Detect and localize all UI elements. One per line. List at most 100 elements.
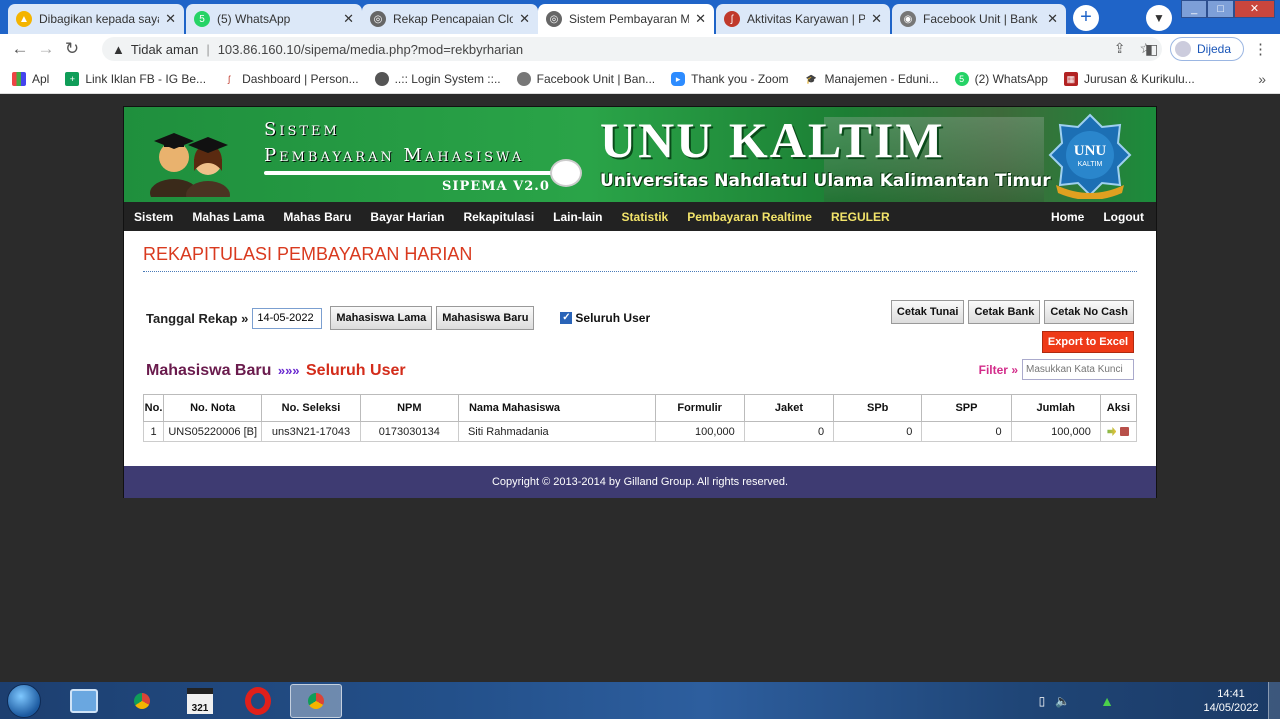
- system-title: Sistem Pembayaran Mahasiswa: [264, 119, 525, 166]
- bookmark-facebook-unit[interactable]: Facebook Unit | Ban...: [516, 71, 655, 86]
- cetak-tunai-button[interactable]: Cetak Tunai: [890, 300, 965, 324]
- close-icon[interactable]: ✕: [343, 11, 354, 27]
- nav-pembayaran-realtime[interactable]: Pembayaran Realtime: [687, 210, 812, 224]
- filter-box: Filter »: [979, 359, 1134, 380]
- print-buttons: Cetak Tunai Cetak Bank Cetak No Cash: [887, 300, 1134, 324]
- address-bar-row: ← → ↻ ▲ Tidak aman | 103.86.160.10/sipem…: [0, 34, 1280, 64]
- nav-mahas-lama[interactable]: Mahas Lama: [192, 210, 264, 224]
- col-no-seleksi: No. Seleksi: [261, 394, 361, 422]
- mahasiswa-baru-button[interactable]: Mahasiswa Baru: [436, 306, 535, 330]
- taskbar-ie[interactable]: [58, 684, 110, 718]
- university-title: UNU KALTIM: [600, 112, 945, 168]
- battery-icon[interactable]: ▯: [1039, 694, 1046, 708]
- avatar: [1175, 41, 1191, 57]
- nav-statistik[interactable]: Statistik: [622, 210, 669, 224]
- maximize-button[interactable]: □: [1207, 0, 1234, 18]
- bookmark-apps[interactable]: Apl: [12, 71, 49, 86]
- bookmark-manajemen[interactable]: 🎓 Manajemen - Eduni...: [804, 71, 939, 86]
- checkbox-checked-icon[interactable]: ✓: [560, 312, 573, 324]
- facebook-unit-icon: [516, 71, 531, 86]
- nav-logout[interactable]: Logout: [1103, 210, 1144, 224]
- cetak-no-cash-button[interactable]: Cetak No Cash: [1044, 300, 1134, 324]
- sidepanel-icon[interactable]: ◧: [1145, 41, 1158, 58]
- bookmark-dashboard[interactable]: ʃ Dashboard | Person...: [222, 71, 359, 86]
- close-window-button[interactable]: ✕: [1233, 0, 1275, 18]
- forward-icon[interactable]: →: [33, 36, 59, 62]
- col-npm: NPM: [359, 394, 459, 422]
- print-icon[interactable]: [1120, 427, 1130, 436]
- graduation-cap-icon: 🎓: [804, 71, 819, 86]
- share-icon[interactable]: ⇪: [1114, 40, 1126, 57]
- warning-icon[interactable]: ▲: [112, 42, 125, 57]
- globe-icon: ◎: [546, 11, 562, 27]
- taskbar-chrome-active[interactable]: [290, 684, 342, 718]
- tab-rekap-pencapaian[interactable]: ◎ Rekap Pencapaian Clos ✕: [362, 4, 538, 34]
- main-nav: Sistem Mahas Lama Mahas Baru Bayar Haria…: [124, 202, 1156, 231]
- col-no: No.: [142, 394, 165, 422]
- profile-button[interactable]: Dijeda: [1170, 37, 1245, 61]
- tab-facebook-unit[interactable]: ◉ Facebook Unit | Bank D ✕: [892, 4, 1066, 34]
- tab-search-button[interactable]: ▼: [1146, 5, 1172, 31]
- page-viewport: Sistem Pembayaran Mahasiswa SIPEMA V2.0 …: [0, 95, 1280, 682]
- back-icon[interactable]: ←: [7, 36, 33, 62]
- url-input[interactable]: ▲ Tidak aman | 103.86.160.10/sipema/medi…: [102, 37, 1162, 61]
- nav-rekapitulasi[interactable]: Rekapitulasi: [463, 210, 534, 224]
- clock[interactable]: 14:41 14/05/2022: [1194, 687, 1268, 715]
- date-filter-row: Tanggal Rekap » Mahasiswa Lama Mahasiswa…: [146, 306, 650, 330]
- university-subtitle: Universitas Nahdlatul Ulama Kalimantan T…: [600, 171, 1051, 191]
- detail-arrow-icon[interactable]: [1107, 427, 1117, 436]
- taskbar-chrome[interactable]: [116, 684, 168, 718]
- more-bookmarks-icon[interactable]: »: [1258, 71, 1266, 87]
- tab-google-drive[interactable]: ▲ Dibagikan kepada saya ✕: [8, 4, 184, 34]
- close-icon[interactable]: ✕: [165, 11, 176, 27]
- bookmark-jurusan[interactable]: ▦ Jurusan & Kurikulu...: [1063, 71, 1195, 86]
- reload-icon[interactable]: ↻: [59, 36, 85, 62]
- globe-icon: [374, 71, 389, 86]
- site-container: Sistem Pembayaran Mahasiswa SIPEMA V2.0 …: [123, 106, 1157, 498]
- col-formulir: Formulir: [654, 394, 745, 422]
- col-jumlah: Jumlah: [1010, 394, 1101, 422]
- nav-home[interactable]: Home: [1051, 210, 1084, 224]
- mahasiswa-lama-button[interactable]: Mahasiswa Lama: [330, 306, 433, 330]
- sheets-icon: +: [65, 71, 80, 86]
- close-icon[interactable]: ✕: [1047, 11, 1058, 27]
- volume-icon[interactable]: 🔈: [1055, 694, 1070, 708]
- seluruh-user-checkbox[interactable]: ✓ Seluruh User: [560, 311, 650, 325]
- cetak-bank-button[interactable]: Cetak Bank: [968, 300, 1041, 324]
- export-excel-button[interactable]: Export to Excel: [1041, 331, 1134, 353]
- bookmark-zoom[interactable]: ▸ Thank you - Zoom: [671, 71, 789, 86]
- tab-whatsapp[interactable]: 5 (5) WhatsApp ✕: [186, 4, 362, 34]
- bookmark-whatsapp[interactable]: 5 (2) WhatsApp: [954, 71, 1048, 86]
- close-icon[interactable]: ✕: [519, 11, 530, 27]
- site-banner: Sistem Pembayaran Mahasiswa SIPEMA V2.0 …: [124, 107, 1156, 202]
- start-button[interactable]: [7, 684, 41, 718]
- google-drive-icon: ▲: [16, 11, 32, 27]
- tab-aktivitas-karyawan[interactable]: ʃ Aktivitas Karyawan | Pe ✕: [716, 4, 890, 34]
- date-input[interactable]: [252, 307, 323, 329]
- show-desktop-button[interactable]: [1268, 682, 1280, 719]
- menu-icon[interactable]: ⋮: [1253, 40, 1268, 58]
- close-icon[interactable]: ✕: [695, 11, 706, 27]
- col-spp: SPP: [921, 394, 1012, 422]
- close-icon[interactable]: ✕: [871, 11, 882, 27]
- bookmark-login-system[interactable]: ..:: Login System ::..: [374, 71, 501, 86]
- taskbar-opera[interactable]: [232, 684, 284, 718]
- nota-link[interactable]: UNS05220006 [B]: [163, 421, 263, 442]
- new-tab-button[interactable]: +: [1073, 5, 1099, 31]
- col-spb: SPb: [833, 394, 923, 422]
- nav-reguler[interactable]: REGULER: [831, 210, 890, 224]
- system-tray: ▯ 🔈 ▲ 14:41 14/05/2022: [1039, 682, 1280, 719]
- nav-sistem[interactable]: Sistem: [134, 210, 173, 224]
- calendar-icon: 321: [187, 688, 213, 714]
- network-icon[interactable]: ▲: [1100, 693, 1114, 709]
- nav-bayar-harian[interactable]: Bayar Harian: [370, 210, 444, 224]
- nav-lain-lain[interactable]: Lain-lain: [553, 210, 602, 224]
- filter-input[interactable]: [1022, 359, 1134, 380]
- minimize-button[interactable]: _: [1181, 0, 1208, 18]
- taskbar-calendar[interactable]: 321: [174, 684, 226, 718]
- tab-sistem-pembayaran[interactable]: ◎ Sistem Pembayaran Ma ✕: [538, 4, 714, 34]
- nav-mahas-baru[interactable]: Mahas Baru: [283, 210, 351, 224]
- col-nama: Nama Mahasiswa: [457, 394, 656, 422]
- table-header-row: No. No. Nota No. Seleksi NPM Nama Mahasi…: [142, 394, 1138, 422]
- bookmark-link-iklan[interactable]: + Link Iklan FB - IG Be...: [65, 71, 206, 86]
